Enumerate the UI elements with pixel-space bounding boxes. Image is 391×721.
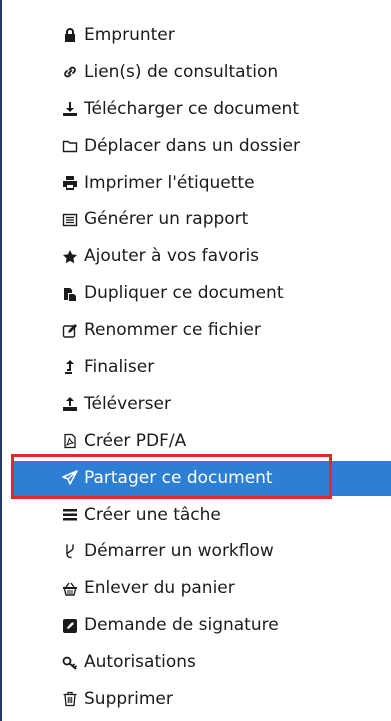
print-icon [61, 174, 79, 192]
menu-item-label: Partager ce document [84, 467, 273, 488]
edit-icon [61, 322, 79, 340]
menu-item-label: Emprunter [84, 24, 175, 45]
menu-item-label: Finaliser [84, 356, 155, 377]
report-icon [61, 211, 79, 229]
menu-item-label: Créer PDF/A [84, 430, 187, 451]
workflow-icon [61, 543, 79, 561]
key-icon [61, 654, 79, 672]
menu-item-label: Créer une tâche [84, 504, 221, 525]
menu-item-label: Démarrer un workflow [84, 541, 274, 562]
menu-item-liens-consultation[interactable]: Lien(s) de consultation [2, 54, 391, 91]
menu-item-label: Supprimer [84, 688, 173, 709]
menu-item-generer-rapport[interactable]: Générer un rapport [2, 201, 391, 238]
menu-item-telecharger[interactable]: Télécharger ce document [2, 91, 391, 128]
menu-item-renommer[interactable]: Renommer ce fichier [2, 312, 391, 349]
task-icon [61, 506, 79, 524]
menu-item-label: Déplacer dans un dossier [84, 135, 300, 156]
menu-item-supprimer[interactable]: Supprimer [2, 681, 391, 718]
menu-item-label: Demande de signature [84, 615, 279, 636]
menu-item-ajouter-favoris[interactable]: Ajouter à vos favoris [2, 238, 391, 275]
menu-item-demande-signature[interactable]: Demande de signature [2, 607, 391, 644]
menu-item-label: Autorisations [84, 652, 196, 673]
menu-item-emprunter[interactable]: Emprunter [2, 17, 391, 54]
copy-icon [61, 285, 79, 303]
document-actions-menu: Emprunter Lien(s) de consultation Téléch… [2, 17, 391, 718]
folder-icon [61, 137, 79, 155]
menu-item-creer-tache[interactable]: Créer une tâche [2, 497, 391, 534]
star-icon [61, 248, 79, 266]
menu-item-label: Imprimer l'étiquette [84, 172, 255, 193]
finalize-icon [61, 358, 79, 376]
context-menu-panel: Emprunter Lien(s) de consultation Téléch… [0, 0, 391, 721]
pdf-icon [61, 432, 79, 450]
menu-item-label: Lien(s) de consultation [84, 61, 279, 82]
menu-item-finaliser[interactable]: Finaliser [2, 349, 391, 386]
menu-item-autorisations[interactable]: Autorisations [2, 644, 391, 681]
share-icon [61, 469, 79, 487]
upload-icon [61, 395, 79, 413]
menu-item-demarrer-workflow[interactable]: Démarrer un workflow [2, 533, 391, 570]
menu-item-televerser[interactable]: Téléverser [2, 386, 391, 423]
menu-item-label: Téléverser [84, 393, 171, 414]
basket-icon [61, 580, 79, 598]
menu-item-label: Dupliquer ce document [84, 283, 284, 304]
trash-icon [61, 690, 79, 708]
menu-item-partager[interactable]: Partager ce document [2, 460, 391, 497]
menu-item-label: Ajouter à vos favoris [84, 246, 260, 267]
menu-item-label: Télécharger ce document [84, 98, 299, 119]
menu-item-label: Renommer ce fichier [84, 320, 261, 341]
menu-item-deplacer-dossier[interactable]: Déplacer dans un dossier [2, 128, 391, 165]
download-icon [61, 100, 79, 118]
menu-item-dupliquer[interactable]: Dupliquer ce document [2, 275, 391, 312]
menu-item-creer-pdfa[interactable]: Créer PDF/A [2, 423, 391, 460]
menu-item-label: Enlever du panier [84, 578, 235, 599]
signature-icon [61, 617, 79, 635]
menu-item-label: Générer un rapport [84, 209, 249, 230]
menu-item-imprimer-etiquette[interactable]: Imprimer l'étiquette [2, 165, 391, 202]
menu-item-enlever-panier[interactable]: Enlever du panier [2, 570, 391, 607]
lock-icon [61, 26, 79, 44]
link-icon [61, 63, 79, 81]
